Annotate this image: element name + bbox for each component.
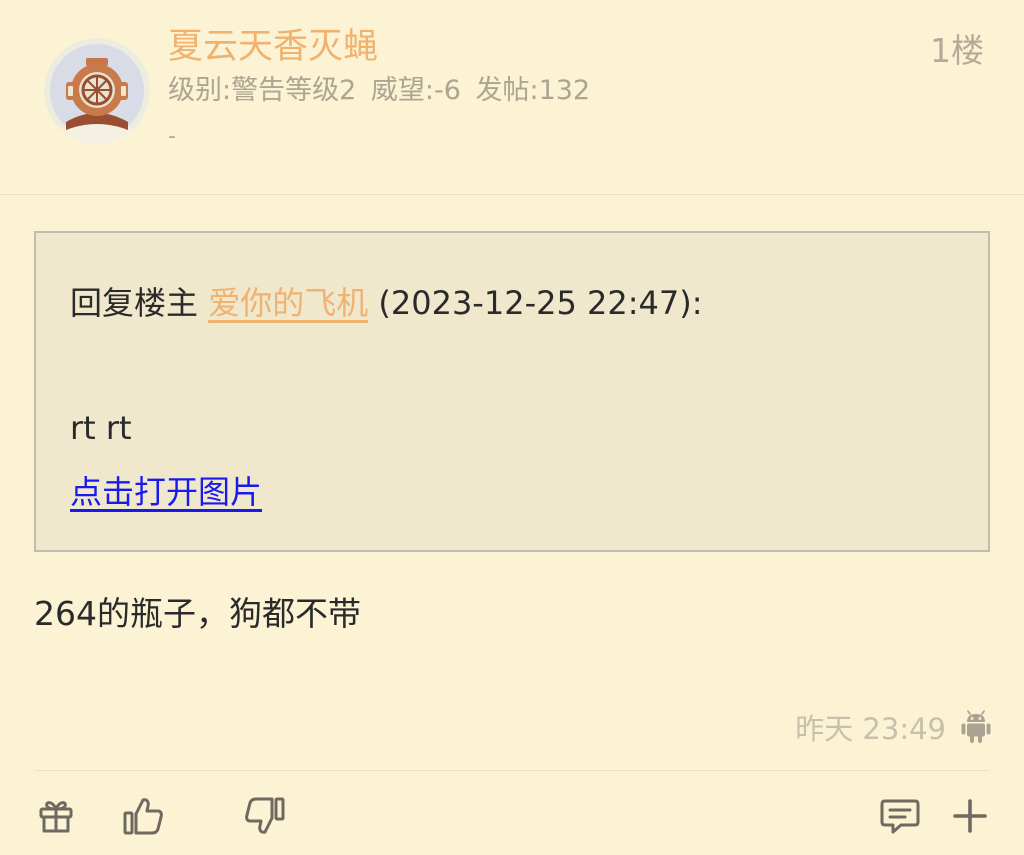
open-image-link[interactable]: 点击打开图片 [70,470,262,514]
diving-helmet-avatar-icon [44,38,150,144]
username[interactable]: 夏云天香灭蝇 [168,24,378,70]
user-level: 级别:警告等级2 [168,75,357,106]
quote-author-link[interactable]: 爱你的飞机 [208,284,368,322]
post-time-row: 昨天 23:49 [795,708,992,750]
quote-block: 回复楼主 爱你的飞机 (2023-12-25 22:47): rt rt 点击打… [34,231,990,552]
thumbs-up-icon [123,798,163,835]
android-icon [960,710,992,748]
post-card: 夏云天香灭蝇 1楼 级别:警告等级2 威望:-6 发帖:132 - 回复楼主 爱… [0,0,1024,855]
header-divider [0,194,1024,195]
plus-icon [953,799,987,833]
post-content: 264的瓶子，狗都不带 [34,594,361,633]
user-meta: 级别:警告等级2 威望:-6 发帖:132 [168,72,596,110]
user-post-count: 发帖:132 [475,75,591,106]
quote-header: 回复楼主 爱你的飞机 (2023-12-25 22:47): [70,281,702,325]
quote-prefix: 回复楼主 [70,284,199,322]
avatar[interactable] [44,38,150,144]
comment-button[interactable] [878,794,922,838]
comment-icon [880,799,920,834]
gift-button[interactable] [34,794,78,838]
thumbs-down-icon [245,797,285,834]
quote-body: rt rt [70,409,132,447]
quote-datetime: (2023-12-25 22:47): [378,284,703,322]
more-actions-button[interactable] [948,794,992,838]
dislike-button[interactable] [242,794,286,838]
user-reputation: 威望:-6 [370,75,461,106]
like-button[interactable] [122,794,166,838]
post-timestamp: 昨天 23:49 [795,712,946,746]
gift-icon [39,801,73,833]
footer-divider [34,770,990,771]
user-signature: - [168,124,176,149]
floor-number: 1楼 [930,31,984,70]
